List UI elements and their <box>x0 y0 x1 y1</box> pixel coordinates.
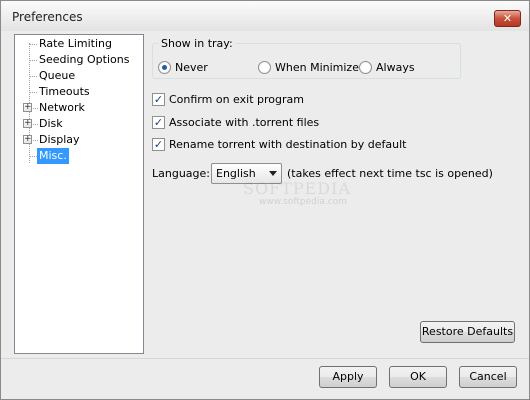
language-label: Language: <box>152 167 210 180</box>
close-icon: ✕ <box>502 12 513 25</box>
confirm-exit-checkbox[interactable]: ✓ Confirm on exit program <box>152 93 304 106</box>
tree-connector <box>33 124 38 125</box>
apply-button[interactable]: Apply <box>319 366 377 388</box>
tree-item-display[interactable]: Display <box>39 132 80 148</box>
tree-connector <box>29 60 37 61</box>
tree-item-rate-limiting[interactable]: Rate Limiting <box>39 36 112 52</box>
watermark-logo: SOFTPEDIA <box>243 179 351 198</box>
radio-unselected-icon <box>359 61 372 74</box>
restore-defaults-button[interactable]: Restore Defaults <box>420 321 515 343</box>
checkmark-icon: ✓ <box>152 116 165 129</box>
checkmark-icon: ✓ <box>152 93 165 106</box>
title-bar[interactable]: Preferences ✕ <box>1 1 529 31</box>
radio-unselected-icon <box>258 61 271 74</box>
cancel-button[interactable]: Cancel <box>459 366 517 388</box>
rename-torrent-label: Rename torrent with destination by defau… <box>169 138 407 151</box>
tree-item-queue[interactable]: Queue <box>39 68 75 84</box>
associate-torrent-label: Associate with .torrent files <box>169 116 320 129</box>
expand-disk-icon[interactable]: + <box>23 119 32 128</box>
expand-network-icon[interactable]: + <box>23 103 32 112</box>
watermark-url: www.softpedia.com <box>259 197 347 207</box>
checkmark-icon: ✓ <box>152 138 165 151</box>
tree-item-seeding-options[interactable]: Seeding Options <box>39 52 129 68</box>
rename-torrent-checkbox[interactable]: ✓ Rename torrent with destination by def… <box>152 138 406 151</box>
preferences-window: Preferences ✕ Rate Limiting Seeding Opti… <box>0 0 530 400</box>
radio-when-minimized[interactable]: When Minimized <box>258 61 366 74</box>
tree-connector <box>33 108 38 109</box>
confirm-exit-label: Confirm on exit program <box>169 93 304 106</box>
tree-connector <box>29 156 37 157</box>
radio-always-label: Always <box>376 61 415 74</box>
associate-torrent-checkbox[interactable]: ✓ Associate with .torrent files <box>152 116 319 129</box>
dropdown-arrow-icon <box>269 171 277 176</box>
radio-when-minimized-label: When Minimized <box>275 61 366 74</box>
tree-item-misc[interactable]: Misc. <box>37 148 69 164</box>
ok-button[interactable]: OK <box>389 366 447 388</box>
button-bar-divider <box>1 358 529 359</box>
tree-item-disk[interactable]: Disk <box>39 116 63 132</box>
tree-item-network[interactable]: Network <box>39 100 85 116</box>
tree-connector <box>29 76 37 77</box>
tree-item-timeouts[interactable]: Timeouts <box>39 84 90 100</box>
window-title: Preferences <box>12 10 83 24</box>
close-button[interactable]: ✕ <box>494 10 521 27</box>
radio-always[interactable]: Always <box>359 61 415 74</box>
tree-connector <box>29 92 37 93</box>
show-in-tray-legend: Show in tray: <box>158 37 236 50</box>
radio-never[interactable]: Never <box>158 61 208 74</box>
tree-connector <box>33 140 38 141</box>
expand-display-icon[interactable]: + <box>23 135 32 144</box>
category-tree[interactable]: Rate Limiting Seeding Options Queue Time… <box>14 34 144 354</box>
radio-selected-icon <box>158 61 171 74</box>
radio-never-label: Never <box>175 61 208 74</box>
tree-connector <box>29 44 37 45</box>
